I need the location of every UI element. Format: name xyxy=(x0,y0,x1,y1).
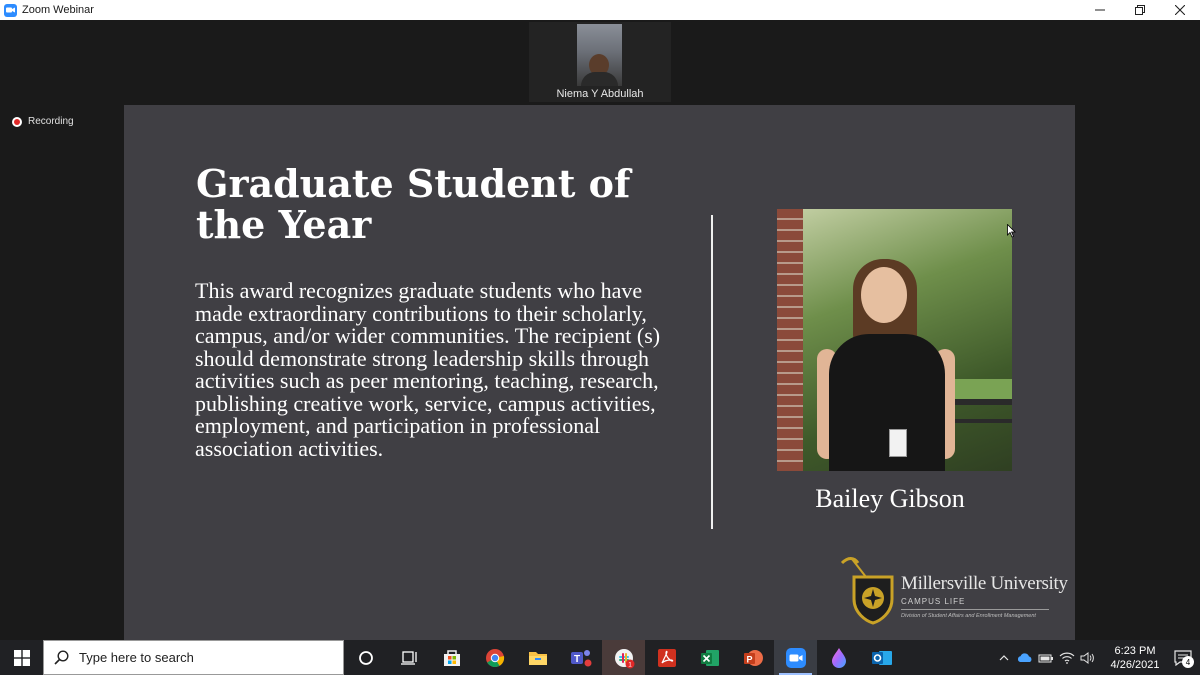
shared-screen-slide: Graduate Student of the Year This award … xyxy=(124,105,1075,640)
slack-button[interactable]: 1 xyxy=(602,640,645,675)
outlook-icon xyxy=(871,650,892,665)
windows-taskbar: Type here to search T 1 P 6:23 PM 4/26/2… xyxy=(0,640,1200,675)
microsoft-store-icon xyxy=(443,649,460,666)
task-view-icon xyxy=(400,650,417,665)
zoom-button[interactable] xyxy=(774,640,817,675)
zoom-icon xyxy=(785,647,806,668)
participant-name: Niema Y Abdullah xyxy=(556,88,644,100)
windows-logo-icon xyxy=(13,649,30,666)
chrome-button[interactable] xyxy=(473,640,516,675)
task-view-button[interactable] xyxy=(387,640,430,675)
recording-label: Recording xyxy=(28,116,74,127)
battery-icon xyxy=(1038,654,1053,662)
file-explorer-button[interactable] xyxy=(516,640,559,675)
svg-text:P: P xyxy=(746,654,752,664)
paint-drop-icon xyxy=(831,647,846,668)
slack-badge-count: 1 xyxy=(628,661,632,668)
onedrive-icon xyxy=(1017,652,1031,662)
excel-button[interactable] xyxy=(688,640,731,675)
search-icon xyxy=(54,650,69,665)
logo-tagline: Division of Student Affairs and Enrollme… xyxy=(901,613,1036,619)
university-crest-icon xyxy=(840,557,894,625)
participant-video-tile[interactable]: Niema Y Abdullah xyxy=(529,22,671,102)
participant-video xyxy=(577,24,622,86)
window-title: Zoom Webinar xyxy=(22,4,94,16)
acrobat-button[interactable] xyxy=(645,640,688,675)
outlook-button[interactable] xyxy=(860,640,903,675)
powerpoint-icon: P xyxy=(743,649,763,666)
minimize-icon xyxy=(1095,9,1105,11)
teams-button[interactable]: T xyxy=(559,640,602,675)
restore-button[interactable] xyxy=(1120,0,1160,20)
acrobat-icon xyxy=(657,648,676,667)
taskbar-clock[interactable]: 6:23 PM 4/26/2021 xyxy=(1104,644,1166,672)
logo-name: Millersville University xyxy=(901,573,1068,594)
speaker-icon xyxy=(1080,651,1094,664)
start-button[interactable] xyxy=(0,640,43,675)
teams-icon: T xyxy=(570,649,591,666)
minimize-button[interactable] xyxy=(1080,0,1120,20)
slide-body-text: This award recognizes graduate students … xyxy=(195,278,661,461)
wifi-icon xyxy=(1059,652,1074,664)
file-explorer-icon xyxy=(528,651,547,665)
slack-icon: 1 xyxy=(614,648,634,668)
system-tray: 6:23 PM 4/26/2021 4 xyxy=(993,640,1200,675)
search-placeholder: Type here to search xyxy=(79,650,194,665)
svg-text:T: T xyxy=(574,654,580,665)
powerpoint-button[interactable]: P xyxy=(731,640,774,675)
show-hidden-icons-button[interactable] xyxy=(993,640,1014,675)
logo-subtitle: CAMPUS LIFE xyxy=(901,597,966,606)
logo-rule xyxy=(901,609,1049,610)
clock-time: 6:23 PM xyxy=(1114,644,1156,657)
recipient-name: Bailey Gibson xyxy=(815,484,965,513)
recording-indicator[interactable]: Recording xyxy=(12,116,74,127)
university-logo: Millersville University CAMPUS LIFE Divi… xyxy=(838,555,1068,627)
notification-count: 4 xyxy=(1182,656,1194,668)
cortana-icon xyxy=(358,650,373,665)
window-title-bar: Zoom Webinar xyxy=(0,0,1200,20)
slide-title: Graduate Student of the Year xyxy=(196,161,631,247)
close-icon xyxy=(1175,5,1185,15)
taskbar-search-box[interactable]: Type here to search xyxy=(43,640,344,675)
paint-drop-button[interactable] xyxy=(817,640,860,675)
action-center-button[interactable]: 4 xyxy=(1166,640,1200,675)
chrome-icon xyxy=(485,648,504,667)
onedrive-button[interactable] xyxy=(1014,640,1035,675)
wifi-button[interactable] xyxy=(1056,640,1077,675)
battery-button[interactable] xyxy=(1035,640,1056,675)
recording-dot-icon xyxy=(12,116,22,127)
restore-icon xyxy=(1135,5,1145,15)
excel-icon xyxy=(700,649,719,666)
close-button[interactable] xyxy=(1160,0,1200,20)
cortana-button[interactable] xyxy=(344,640,387,675)
slide-divider xyxy=(711,215,713,529)
chevron-up-icon xyxy=(999,655,1008,661)
zoom-camera-icon xyxy=(4,3,17,17)
volume-button[interactable] xyxy=(1077,640,1098,675)
recipient-photo xyxy=(777,209,1012,471)
mouse-cursor-icon xyxy=(1007,224,1016,238)
store-button[interactable] xyxy=(430,640,473,675)
webinar-stage: Niema Y Abdullah Recording Graduate Stud… xyxy=(0,20,1200,640)
clock-date: 4/26/2021 xyxy=(1110,658,1160,671)
